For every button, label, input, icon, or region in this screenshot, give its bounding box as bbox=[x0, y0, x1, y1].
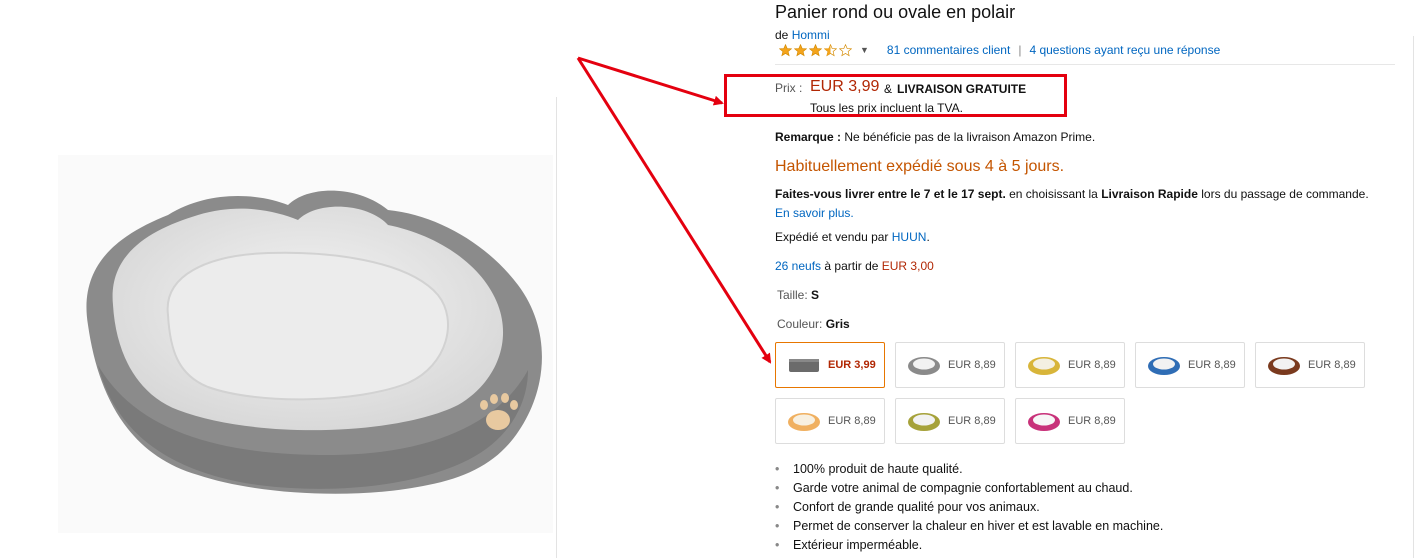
seller-prefix: Expédié et vendu par bbox=[775, 230, 889, 244]
swatch-thumbnail bbox=[1148, 357, 1180, 375]
swatch-price: EUR 3,99 bbox=[828, 359, 876, 371]
size-value: S bbox=[811, 288, 820, 302]
size-label: Taille: bbox=[777, 288, 808, 302]
feature-bullet: Permet de conserver la chaleur en hiver … bbox=[775, 517, 1163, 536]
right-divider bbox=[1413, 36, 1414, 558]
color-label: Couleur: bbox=[777, 317, 823, 331]
swatch-price: EUR 8,89 bbox=[828, 415, 876, 427]
image-divider bbox=[556, 97, 557, 558]
seller-suffix: . bbox=[926, 230, 930, 244]
star-full-icon bbox=[809, 43, 822, 56]
star-full-icon bbox=[794, 43, 807, 56]
product-image bbox=[58, 155, 553, 533]
delivery-text-1: en choisissant la bbox=[1009, 187, 1098, 201]
remark-label: Remarque : bbox=[775, 130, 842, 144]
swatch-thumbnail bbox=[908, 413, 940, 431]
delivery-option: Livraison Rapide bbox=[1101, 187, 1198, 201]
title-divider bbox=[775, 64, 1395, 65]
swatch-thumbnail bbox=[789, 359, 819, 372]
color-swatch[interactable]: EUR 8,89 bbox=[1015, 342, 1125, 388]
color-swatch[interactable]: EUR 8,89 bbox=[1255, 342, 1365, 388]
byline: de Hommi bbox=[775, 28, 830, 42]
feature-bullet: 100% produit de haute qualité. bbox=[775, 460, 1163, 479]
questions-link[interactable]: 4 questions ayant reçu une réponse bbox=[1029, 43, 1220, 57]
color-swatch[interactable]: EUR 8,89 bbox=[895, 398, 1005, 444]
feature-bullets: 100% produit de haute qualité. Garde vot… bbox=[775, 460, 1163, 555]
delivery-info: Faites-vous livrer entre le 7 et le 17 s… bbox=[775, 185, 1375, 223]
prime-remark: Remarque : Ne bénéficie pas de la livrai… bbox=[775, 130, 1095, 144]
delivery-text-2: lors du passage de commande. bbox=[1201, 187, 1369, 201]
swatch-price: EUR 8,89 bbox=[948, 415, 996, 427]
feature-bullet: Garde votre animal de compagnie conforta… bbox=[775, 479, 1163, 498]
offers-price: EUR 3,00 bbox=[881, 259, 934, 273]
color-swatch[interactable]: EUR 8,89 bbox=[895, 342, 1005, 388]
brand-link[interactable]: Hommi bbox=[792, 28, 830, 42]
delivery-dates: Faites-vous livrer entre le 7 et le 17 s… bbox=[775, 187, 1006, 201]
remark-text: Ne bénéficie pas de la livraison Amazon … bbox=[844, 130, 1096, 144]
size-selector: Taille: S bbox=[777, 288, 819, 302]
color-swatch[interactable]: EUR 8,89 bbox=[1135, 342, 1245, 388]
seller-info: Expédié et vendu par HUUN. bbox=[775, 230, 930, 244]
color-swatch[interactable]: EUR 3,99 bbox=[775, 342, 885, 388]
star-half-icon bbox=[824, 43, 837, 56]
swatch-thumbnail bbox=[908, 357, 940, 375]
star-full-icon bbox=[779, 43, 792, 56]
seller-link[interactable]: HUUN bbox=[892, 230, 927, 244]
rating-row: ▼ 81 commentaires client | 4 questions a… bbox=[779, 43, 1220, 57]
reviews-link[interactable]: 81 commentaires client bbox=[887, 43, 1010, 57]
swatch-price: EUR 8,89 bbox=[948, 359, 996, 371]
arrow-to-price bbox=[577, 56, 724, 106]
new-offers-link[interactable]: 26 neufs bbox=[775, 259, 821, 273]
color-swatch[interactable]: EUR 8,89 bbox=[1015, 398, 1125, 444]
annotation-highlight-box bbox=[724, 74, 1067, 117]
star-rating[interactable] bbox=[779, 43, 854, 57]
swatch-price: EUR 8,89 bbox=[1068, 415, 1116, 427]
chevron-down-icon[interactable]: ▼ bbox=[860, 45, 869, 55]
learn-more-link[interactable]: En savoir plus. bbox=[775, 206, 854, 220]
swatch-price: EUR 8,89 bbox=[1188, 359, 1236, 371]
swatch-price: EUR 8,89 bbox=[1308, 359, 1356, 371]
color-swatch[interactable]: EUR 8,89 bbox=[775, 398, 885, 444]
swatch-thumbnail bbox=[1028, 413, 1060, 431]
offers-text: à partir de bbox=[824, 259, 879, 273]
swatch-thumbnail bbox=[788, 413, 820, 431]
offers-info: 26 neufs à partir de EUR 3,00 bbox=[775, 259, 934, 273]
separator: | bbox=[1018, 43, 1022, 57]
byline-prefix: de bbox=[775, 28, 789, 42]
feature-bullet: Extérieur imperméable. bbox=[775, 536, 1163, 555]
product-title: Panier rond ou ovale en polair bbox=[775, 2, 1016, 22]
feature-bullet: Confort de grande qualité pour vos anima… bbox=[775, 498, 1163, 517]
color-value: Gris bbox=[825, 317, 850, 331]
star-empty-icon bbox=[839, 43, 852, 56]
swatch-thumbnail bbox=[1028, 357, 1060, 375]
availability-text: Habituellement expédié sous 4 à 5 jours. bbox=[775, 158, 1065, 175]
color-selector: Couleur: Gris bbox=[777, 317, 850, 331]
swatch-thumbnail bbox=[1268, 357, 1300, 375]
swatch-price: EUR 8,89 bbox=[1068, 359, 1116, 371]
